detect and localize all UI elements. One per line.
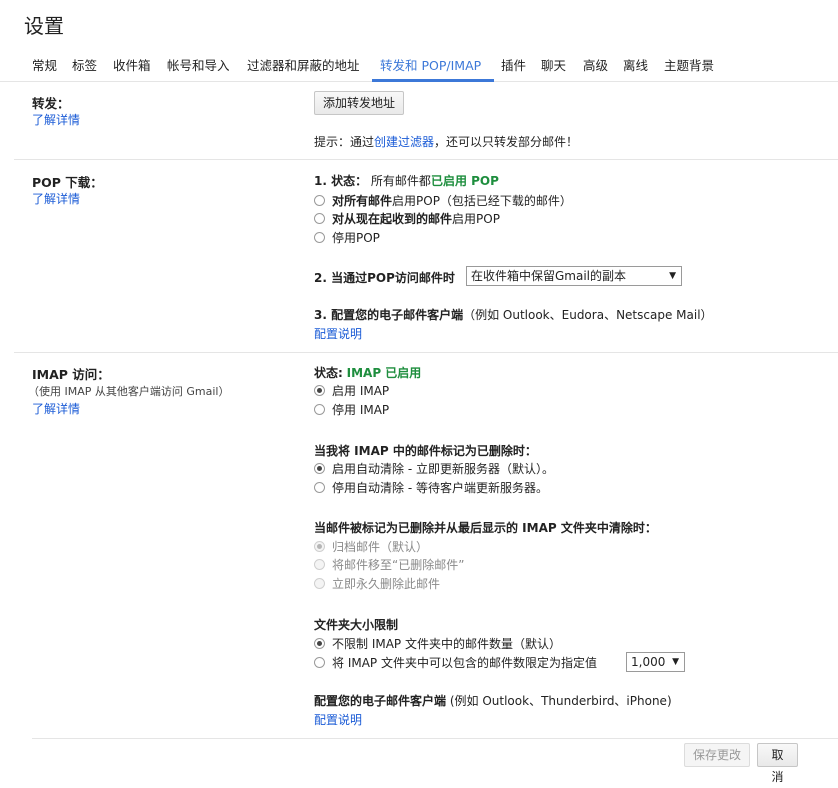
forwarding-tip-prefix: 提示：通过 [314, 135, 375, 149]
imap-expunge-title: 当邮件被标记为已删除并从最后显示的 IMAP 文件夹中清除时： [314, 521, 657, 535]
expunge-trash-label: 将邮件移至“已删除邮件” [332, 558, 465, 572]
imap-deleted-title: 当我将 IMAP 中的邮件标记为已删除时： [314, 444, 537, 458]
forwarding-learn-more-link[interactable]: 了解详情 [32, 111, 80, 128]
pop-all-mail-label: 对所有邮件启用POP（包括已经下载的邮件） [332, 192, 572, 209]
imap-disable-radio[interactable] [314, 404, 325, 415]
chevron-down-icon: ▼ [672, 657, 679, 667]
auto-expunge-on-radio[interactable] [314, 463, 325, 474]
pop-action-select[interactable]: 在收件箱中保留Gmail的副本 ▼ [466, 266, 682, 286]
imap-enable-radio[interactable] [314, 385, 325, 396]
pop-action-select-value: 在收件箱中保留Gmail的副本 [471, 269, 627, 283]
pop-config-instructions-link[interactable]: 配置说明 [314, 325, 362, 342]
pop-all-mail-radio[interactable] [314, 195, 325, 206]
pop-status-label: 1. 状态： [314, 174, 368, 188]
folder-size-title: 文件夹大小限制 [314, 618, 399, 632]
forwarding-title: 转发： [32, 96, 70, 111]
folder-no-limit-radio[interactable] [314, 638, 325, 649]
auto-expunge-on-label: 启用自动清除 - 立即更新服务器（默认）。 [332, 462, 554, 476]
section-divider [14, 352, 838, 353]
pop-config-text: （例如 Outlook、Eudora、Netscape Mail） [463, 308, 713, 322]
pop-disable-radio[interactable] [314, 232, 325, 243]
tab-offline[interactable]: 离线 [623, 55, 648, 74]
expunge-delete-forever-radio [314, 578, 325, 589]
folder-limit-select-value: 1,000 [631, 655, 666, 669]
pop-option1-bold: 对所有邮件 [332, 194, 393, 208]
imap-status-label: 状态: [314, 366, 343, 380]
imap-config-instructions-link[interactable]: 配置说明 [314, 711, 362, 728]
active-tab-indicator [372, 79, 494, 82]
folder-limit-radio[interactable] [314, 657, 325, 668]
imap-learn-more-link[interactable]: 了解详情 [32, 400, 80, 417]
tab-advanced[interactable]: 高级 [583, 55, 608, 74]
forwarding-tip: 提示：通过创建过滤器，还可以只转发部分邮件！ [314, 133, 578, 150]
pop-disable-label: 停用POP [332, 231, 380, 245]
tab-themes[interactable]: 主题背景 [664, 55, 714, 74]
imap-config-text: (例如 Outlook、Thunderbird、iPhone) [449, 694, 672, 708]
cancel-button[interactable]: 取消 [757, 743, 798, 784]
tab-addons[interactable]: 插件 [501, 55, 526, 74]
auto-expunge-off-radio[interactable] [314, 482, 325, 493]
imap-status: 状态: IMAP 已启用 [314, 364, 421, 381]
tab-chat[interactable]: 聊天 [541, 55, 566, 74]
pop-status-value: 已启用 POP [430, 174, 499, 188]
tab-inbox[interactable]: 收件箱 [113, 55, 151, 74]
pop-status-text: 所有邮件都 [370, 174, 431, 188]
footer-divider [32, 738, 838, 739]
imap-subtitle: （使用 IMAP 从其他客户端访问 Gmail） [28, 385, 230, 398]
pop-option1-text: 启用POP（包括已经下载的邮件） [392, 194, 572, 208]
folder-no-limit-label: 不限制 IMAP 文件夹中的邮件数量（默认） [332, 637, 561, 651]
tab-filters[interactable]: 过滤器和屏蔽的地址 [247, 55, 360, 74]
pop-option2-text: 启用POP [452, 212, 500, 226]
create-filter-link[interactable]: 创建过滤器 [374, 135, 434, 149]
pop-config: 3. 配置您的电子邮件客户端（例如 Outlook、Eudora、Netscap… [314, 306, 713, 323]
chevron-down-icon: ▼ [669, 271, 676, 281]
expunge-delete-forever-label: 立即永久删除此邮件 [332, 577, 441, 591]
imap-title: IMAP 访问： [32, 367, 110, 382]
forwarding-tip-suffix: ，还可以只转发部分邮件！ [434, 135, 579, 149]
folder-limit-label: 将 IMAP 文件夹中可以包含的邮件数限定为指定值 [332, 656, 597, 670]
pop-from-now-radio[interactable] [314, 213, 325, 224]
imap-enable-label: 启用 IMAP [332, 384, 390, 398]
tab-accounts[interactable]: 帐号和导入 [167, 55, 230, 74]
pop-from-now-label: 对从现在起收到的邮件启用POP [332, 210, 500, 227]
settings-tabs: 常规 标签 收件箱 帐号和导入 过滤器和屏蔽的地址 转发和 POP/IMAP 插… [0, 44, 838, 82]
pop-status: 1. 状态： 所有邮件都已启用 POP [314, 172, 499, 189]
section-divider [14, 159, 838, 160]
imap-disable-label: 停用 IMAP [332, 403, 390, 417]
tab-general[interactable]: 常规 [32, 55, 57, 74]
pop-when-label: 2. 当通过POP访问邮件时 [314, 271, 455, 285]
auto-expunge-off-label: 停用自动清除 - 等待客户端更新服务器。 [332, 481, 548, 495]
expunge-trash-radio [314, 559, 325, 570]
pop-option2-bold: 对从现在起收到的邮件 [332, 212, 453, 226]
expunge-archive-radio [314, 541, 325, 552]
tab-forwarding-pop-imap[interactable]: 转发和 POP/IMAP [380, 55, 481, 74]
save-changes-button[interactable]: 保存更改 [684, 743, 750, 767]
add-forwarding-address-button[interactable]: 添加转发地址 [314, 91, 405, 115]
expunge-archive-label: 归档邮件（默认） [332, 540, 429, 554]
page-title: 设置 [24, 14, 64, 38]
imap-status-value: IMAP 已启用 [346, 366, 422, 380]
folder-limit-select[interactable]: 1,000 ▼ [626, 652, 685, 672]
imap-config: 配置您的电子邮件客户端 (例如 Outlook、Thunderbird、iPho… [314, 692, 672, 709]
imap-config-label: 配置您的电子邮件客户端 [314, 694, 447, 708]
pop-config-label: 3. 配置您的电子邮件客户端 [314, 308, 464, 322]
pop-title: POP 下载： [32, 175, 103, 190]
pop-learn-more-link[interactable]: 了解详情 [32, 190, 80, 207]
tab-labels[interactable]: 标签 [72, 55, 97, 74]
